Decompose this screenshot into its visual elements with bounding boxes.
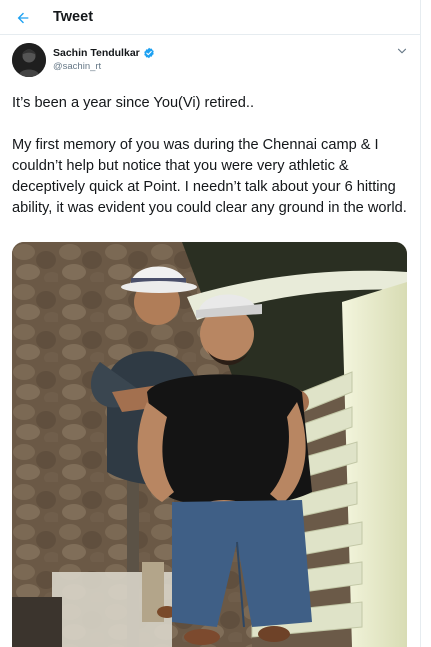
page-header: Tweet xyxy=(0,0,420,35)
author-name[interactable]: Sachin Tendulkar xyxy=(53,47,140,59)
author-name-row: Sachin Tendulkar xyxy=(53,47,155,59)
tweet-paragraph: My first memory of you was during the Ch… xyxy=(12,137,407,216)
chevron-down-icon[interactable] xyxy=(395,44,409,58)
arrow-left-icon xyxy=(17,12,29,24)
back-button[interactable] xyxy=(12,7,34,29)
author-handle[interactable]: @sachin_rt xyxy=(53,61,101,72)
tweet-paragraph: It’s been a year since You(Vi) retired.. xyxy=(12,95,255,111)
verified-badge-icon xyxy=(144,47,154,59)
avatar[interactable] xyxy=(12,43,46,77)
tweet-page: Tweet Sachin Tendulkar @sachin_rt It’s b… xyxy=(0,0,421,647)
tweet-photo[interactable] xyxy=(12,242,407,647)
page-title: Tweet xyxy=(53,9,94,25)
tweet-text: It’s been a year since You(Vi) retired..… xyxy=(12,93,412,219)
